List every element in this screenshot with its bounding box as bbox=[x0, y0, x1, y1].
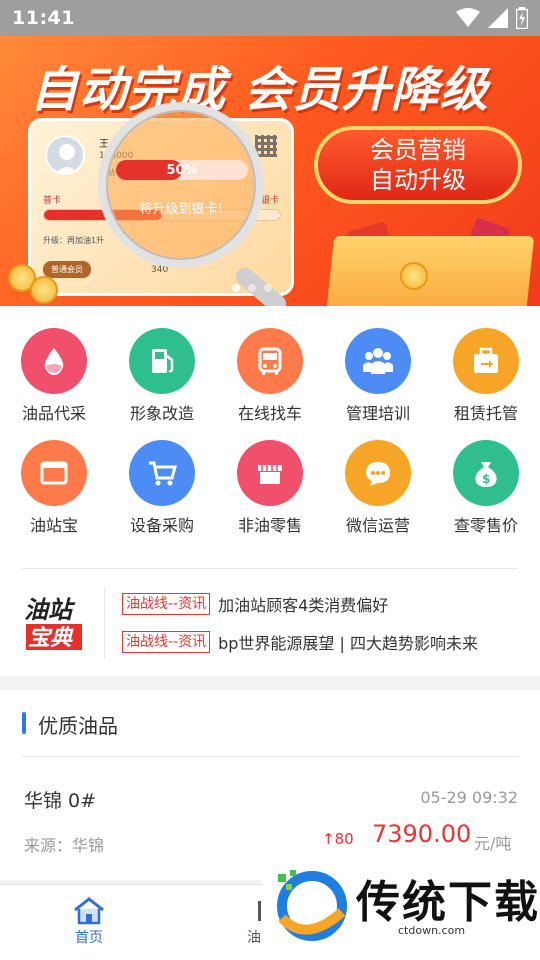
magnifier-progress: 50% bbox=[116, 160, 248, 180]
service-item[interactable]: 微信运营 bbox=[324, 440, 432, 536]
service-item[interactable]: 在线找车 bbox=[216, 328, 324, 424]
gas-pump-icon bbox=[129, 328, 195, 394]
news-logo: 油站 宝典 bbox=[22, 592, 88, 654]
product-price: 7390.00 bbox=[372, 820, 472, 848]
service-label: 油站宝 bbox=[29, 516, 78, 535]
carousel-dots bbox=[232, 284, 272, 292]
tab-label: 首页 bbox=[75, 930, 103, 946]
service-item[interactable]: 油品代采 bbox=[0, 328, 108, 424]
news-item[interactable]: 油战线--资讯 bp世界能源展望 | 四大趋势影响未来 bbox=[122, 630, 478, 654]
product-change: ↑80 bbox=[322, 830, 354, 848]
service-label: 管理培训 bbox=[345, 404, 410, 423]
coin-icon bbox=[400, 262, 428, 290]
briefcase-icon bbox=[453, 328, 519, 394]
product-unit: 元/吨 bbox=[474, 834, 512, 853]
service-item[interactable]: 设备采购 bbox=[108, 440, 216, 536]
carousel-dot[interactable] bbox=[232, 284, 240, 292]
level-right-label: 银卡 bbox=[260, 196, 279, 206]
money-bag-icon: $ bbox=[453, 440, 519, 506]
window-icon bbox=[21, 440, 87, 506]
banner-title: 自动完成 会员升降级 bbox=[30, 62, 489, 118]
oil-drop-icon bbox=[21, 328, 87, 394]
carousel-dot[interactable] bbox=[264, 284, 272, 292]
service-item[interactable]: 管理培训 bbox=[324, 328, 432, 424]
service-label: 租赁托管 bbox=[453, 404, 518, 423]
product-source: 来源：华锦 bbox=[24, 836, 105, 855]
promo-button[interactable]: 会员营销 自动升级 bbox=[314, 126, 522, 204]
news-item[interactable]: 油战线--资讯 加油站顾客4类消费偏好 bbox=[122, 592, 388, 616]
product-time: 05-29 09:32 bbox=[420, 788, 518, 807]
wifi-icon bbox=[456, 8, 480, 27]
services-grid: 油品代采 形象改造 在线找车 管理培训 租赁托管油站宝 设备采购 非油零售 微信运营 $ 查零售价 bbox=[0, 328, 540, 536]
magnifier-graphic: 50% 将升级到银卡! bbox=[98, 102, 264, 268]
news-tag: 油战线--资讯 bbox=[122, 593, 211, 615]
news-logo-line1: 油站 bbox=[24, 596, 76, 624]
news-logo-line2: 宝典 bbox=[28, 625, 74, 651]
section-accent bbox=[22, 712, 26, 734]
service-label: 形象改造 bbox=[129, 404, 194, 423]
quality-oil-section: 优质油品 华锦 0# 05-29 09:32 来源：华锦 ↑80 7390.00… bbox=[0, 690, 540, 880]
news-title: bp世界能源展望 | 四大趋势影响未来 bbox=[218, 634, 478, 653]
service-item[interactable]: 油站宝 bbox=[0, 440, 108, 536]
product-name: 华锦 0# bbox=[24, 790, 97, 812]
promo-banner[interactable]: 自动完成 会员升降级 王一 178000 油站 普卡 银卡 升级：再加油1升 普… bbox=[0, 36, 540, 306]
carousel-dot[interactable] bbox=[248, 284, 256, 292]
coin-icon bbox=[30, 276, 58, 304]
service-label: 非油零售 bbox=[237, 516, 302, 535]
news-separator bbox=[104, 588, 105, 658]
tab-home[interactable]: 首页 bbox=[72, 897, 106, 947]
services-section: 油品代采 形象改造 在线找车 管理培训 租赁托管油站宝 设备采购 非油零售 微信运营 $ 查零售价… bbox=[0, 306, 540, 676]
watermark: 传统下载 ctdown.com bbox=[262, 860, 540, 960]
signal-icon bbox=[488, 8, 508, 28]
news-title: 加油站顾客4类消费偏好 bbox=[218, 596, 389, 615]
divider bbox=[22, 756, 518, 757]
service-label: 设备采购 bbox=[129, 516, 194, 535]
level-left-label: 普卡 bbox=[43, 196, 62, 206]
service-item[interactable]: 非油零售 bbox=[216, 440, 324, 536]
service-label: 油品代采 bbox=[21, 404, 86, 423]
store-icon bbox=[237, 440, 303, 506]
status-icons bbox=[456, 7, 528, 29]
news-tag: 油战线--资讯 bbox=[122, 631, 211, 653]
tab-label: 油 bbox=[247, 930, 261, 946]
bus-icon bbox=[237, 328, 303, 394]
watermark-logo-icon bbox=[277, 870, 347, 941]
service-label: 在线找车 bbox=[237, 404, 302, 423]
status-bar: 11:41 bbox=[0, 0, 540, 36]
chat-icon bbox=[345, 440, 411, 506]
qr-code-icon bbox=[255, 135, 277, 157]
avatar bbox=[45, 135, 85, 175]
home-icon bbox=[74, 897, 104, 925]
gift-box-graphic bbox=[325, 236, 535, 306]
level-badge: 普通会员 bbox=[43, 261, 91, 278]
watermark-text: 传统下载 bbox=[356, 877, 540, 928]
battery-icon bbox=[516, 7, 528, 29]
service-label: 微信运营 bbox=[345, 516, 410, 535]
divider bbox=[22, 568, 518, 569]
service-item[interactable]: $ 查零售价 bbox=[432, 440, 540, 536]
watermark-url: ctdown.com bbox=[398, 924, 466, 937]
section-title: 优质油品 bbox=[38, 714, 118, 738]
service-item[interactable]: 形象改造 bbox=[108, 328, 216, 424]
status-time: 11:41 bbox=[12, 7, 75, 29]
cart-icon bbox=[129, 440, 195, 506]
upgrade-hint: 升级：再加油1升 bbox=[43, 236, 105, 245]
promo-line1: 会员营销 bbox=[370, 136, 466, 164]
service-item[interactable]: 租赁托管 bbox=[432, 328, 540, 424]
magnifier-percent: 50% bbox=[166, 162, 198, 178]
people-icon bbox=[345, 328, 411, 394]
promo-line2: 自动升级 bbox=[370, 166, 466, 194]
magnifier-text: 将升级到银卡! bbox=[139, 202, 223, 217]
svg-text:$: $ bbox=[482, 472, 490, 486]
service-label: 查零售价 bbox=[453, 516, 518, 535]
